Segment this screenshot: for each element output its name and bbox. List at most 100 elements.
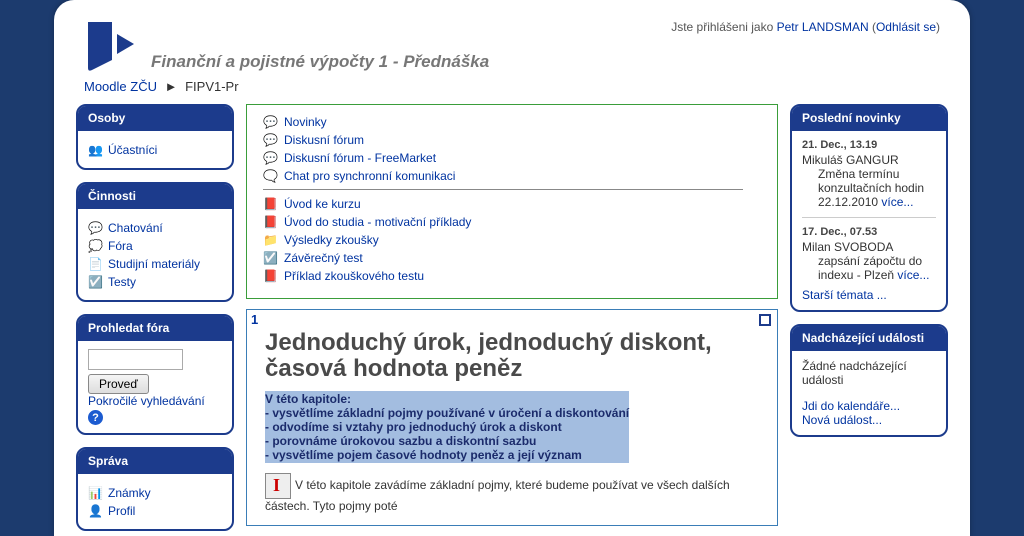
activity-label: Příklad zkouškového testu	[284, 269, 424, 283]
activity-label: Diskusní fórum	[284, 133, 364, 147]
activity-sample[interactable]: 📕 Příklad zkouškového testu	[263, 268, 761, 283]
activity-forum1[interactable]: 💬 Diskusní fórum	[263, 132, 761, 147]
activity-intro[interactable]: 📕 Úvod ke kurzu	[263, 196, 761, 211]
highlight-line: - vysvětlíme pojem časové hodnoty peněz …	[265, 448, 629, 462]
login-status: Jste přihlášeni jako Petr LANDSMAN (Odhl…	[671, 20, 940, 34]
user-link[interactable]: Petr LANDSMAN	[777, 20, 869, 34]
activity-motiv[interactable]: 📕 Úvod do studia - motivační příklady	[263, 214, 761, 229]
news-author: Milan SVOBODA	[802, 240, 936, 254]
news-date: 17. Dec., 07.53	[802, 226, 936, 238]
check-icon: ☑️	[88, 274, 103, 289]
block-title: Osoby	[78, 106, 232, 131]
sidebar-item-participants[interactable]: 👥 Účastníci	[88, 142, 222, 157]
block-title: Činnosti	[78, 184, 232, 209]
older-topics-link[interactable]: Starší témata ...	[802, 288, 887, 302]
activity-label: Úvod ke kurzu	[284, 197, 361, 211]
page-header: Jste přihlášeni jako Petr LANDSMAN (Odhl…	[54, 0, 970, 73]
section-title: Jednoduchý úrok, jednoduchý diskont, čas…	[265, 330, 759, 383]
activity-label: Novinky	[284, 115, 327, 129]
news-text: Změna termínu konzultačních hodin 22.12.…	[818, 167, 936, 209]
highlight-line: - vysvětlíme základní pojmy používané v …	[265, 406, 629, 420]
section-number: 1	[251, 312, 258, 327]
activity-forum2[interactable]: 💬 Diskusní fórum - FreeMarket	[263, 150, 761, 165]
activities-block: Činnosti 💬 Chatování 💭Fóra 📄 Studijní mate…	[76, 182, 234, 302]
section-1: 1 Jednoduchý úrok, jednoduchý diskont, č…	[246, 309, 778, 526]
activity-final[interactable]: ☑️ Závěrečný test	[263, 250, 761, 265]
upcoming-events-block: Nadcházející události Žádné nadcházející…	[790, 324, 948, 437]
collapse-icon[interactable]	[759, 314, 771, 326]
doc-icon: 📄	[88, 256, 103, 271]
course-summary-box: 💬Novinky 💬 Diskusní fórum 💬 Diskusní fórum…	[246, 104, 778, 299]
latest-news-block: Poslední novinky 21. Dec., 13.19 Mikuláš…	[790, 104, 948, 312]
block-title: Prohledat fóra	[78, 316, 232, 341]
news-more-link[interactable]: více...	[881, 195, 913, 209]
chat-icon: 💬	[88, 220, 103, 235]
dropcap-icon	[265, 473, 291, 499]
sidebar-item-label: Chatování	[108, 221, 163, 235]
chat-icon: 🗨️	[263, 168, 278, 183]
sidebar-item-profile[interactable]: 👤 Profil	[88, 503, 222, 518]
separator	[263, 189, 743, 190]
sidebar-item-label: Účastníci	[108, 143, 157, 157]
sidebar-item-label: Studijní materiály	[108, 257, 200, 271]
breadcrumb-root[interactable]: Moodle ZČU	[84, 79, 157, 94]
people-block: Osoby 👥 Účastníci	[76, 104, 234, 170]
login-prefix: Jste přihlášeni jako	[671, 20, 776, 34]
sidebar-item-quiz[interactable]: ☑️ Testy	[88, 274, 222, 289]
sidebar-item-grades[interactable]: 📊 Známky	[88, 485, 222, 500]
highlight-line: - porovnáme úrokovou sazbu a diskontní s…	[265, 434, 629, 448]
no-events-text: Žádné nadcházející události	[802, 359, 936, 387]
activity-label: Závěrečný test	[284, 251, 363, 265]
calendar-link[interactable]: Jdi do kalendáře...	[802, 399, 900, 413]
pdf-icon: 📕	[263, 268, 278, 283]
activity-results[interactable]: 📁 Výsledky zkoušky	[263, 232, 761, 247]
breadcrumb: Moodle ZČU ► FIPV1-Pr	[54, 73, 970, 104]
sidebar-item-chat[interactable]: 💬 Chatování	[88, 220, 222, 235]
activity-label: Chat pro synchronní komunikaci	[284, 169, 455, 183]
search-block: Prohledat fóra Proveď Pokročilé vyhledáv…	[76, 314, 234, 435]
people-icon: 👥	[88, 142, 103, 157]
activity-news[interactable]: 💬Novinky	[263, 114, 761, 129]
pdf-icon: 📕	[263, 196, 278, 211]
activity-chat[interactable]: 🗨️ Chat pro synchronní komunikaci	[263, 168, 761, 183]
folder-icon: 📁	[263, 232, 278, 247]
grades-icon: 📊	[88, 485, 103, 500]
admin-block: Správa 📊 Známky 👤 Profil	[76, 447, 234, 531]
logout-link[interactable]: Odhlásit se	[876, 20, 936, 34]
news-more-link[interactable]: více...	[897, 268, 929, 282]
section-highlight: V této kapitole: - vysvětlíme základní p…	[265, 391, 629, 463]
help-icon[interactable]: ?	[88, 410, 103, 425]
sidebar-item-label: Fóra	[108, 239, 133, 253]
profile-icon: 👤	[88, 503, 103, 518]
course-title: Finanční a pojistné výpočty 1 - Přednášk…	[151, 52, 489, 72]
quiz-icon: ☑️	[263, 250, 278, 265]
sidebar-item-label: Profil	[108, 504, 135, 518]
intro-text: V této kapitole zavádíme základní pojmy,…	[265, 478, 730, 513]
news-date: 21. Dec., 13.19	[802, 139, 936, 151]
block-title: Nadcházející události	[792, 326, 946, 351]
activity-label: Diskusní fórum - FreeMarket	[284, 151, 436, 165]
forum-icon: 💬	[263, 150, 278, 165]
news-author: Mikuláš GANGUR	[802, 153, 936, 167]
search-button[interactable]: Proveď	[88, 374, 149, 394]
search-input[interactable]	[88, 349, 183, 370]
news-text: zapsání zápočtu do indexu - Plzeň více..…	[818, 254, 936, 282]
breadcrumb-separator: ►	[165, 79, 178, 94]
activity-label: Úvod do studia - motivační příklady	[284, 215, 471, 229]
forum-icon: 💬	[263, 132, 278, 147]
breadcrumb-current: FIPV1-Pr	[185, 79, 238, 94]
activity-label: Výsledky zkoušky	[284, 233, 379, 247]
sidebar-item-forum[interactable]: 💭Fóra	[88, 238, 222, 253]
block-title: Poslední novinky	[792, 106, 946, 131]
news-item: 21. Dec., 13.19 Mikuláš GANGUR Změna ter…	[802, 139, 936, 209]
separator	[802, 217, 936, 218]
block-title: Správa	[78, 449, 232, 474]
sidebar-item-resource[interactable]: 📄 Studijní materiály	[88, 256, 222, 271]
sidebar-item-label: Testy	[108, 275, 136, 289]
highlight-lead: V této kapitole:	[265, 392, 629, 406]
pdf-icon: 📕	[263, 214, 278, 229]
new-event-link[interactable]: Nová událost...	[802, 413, 882, 427]
sidebar-item-label: Známky	[108, 486, 151, 500]
advanced-search-link[interactable]: Pokročilé vyhledávání	[88, 394, 205, 408]
highlight-line: - odvodíme si vztahy pro jednoduchý úrok…	[265, 420, 629, 434]
